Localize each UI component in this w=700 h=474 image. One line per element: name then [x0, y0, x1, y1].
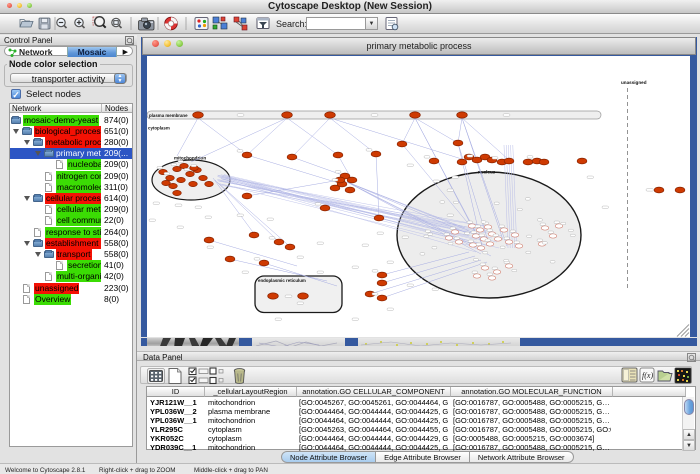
svg-text:cytoplasm: cytoplasm [148, 126, 170, 131]
svg-text:mitochondrion: mitochondrion [174, 156, 206, 161]
svg-text:f(x): f(x) [642, 371, 653, 380]
svg-text:unassigned: unassigned [621, 80, 647, 85]
svg-text:endoplasmic reticulum: endoplasmic reticulum [258, 278, 306, 283]
svg-text:plasma membrane: plasma membrane [149, 113, 188, 118]
